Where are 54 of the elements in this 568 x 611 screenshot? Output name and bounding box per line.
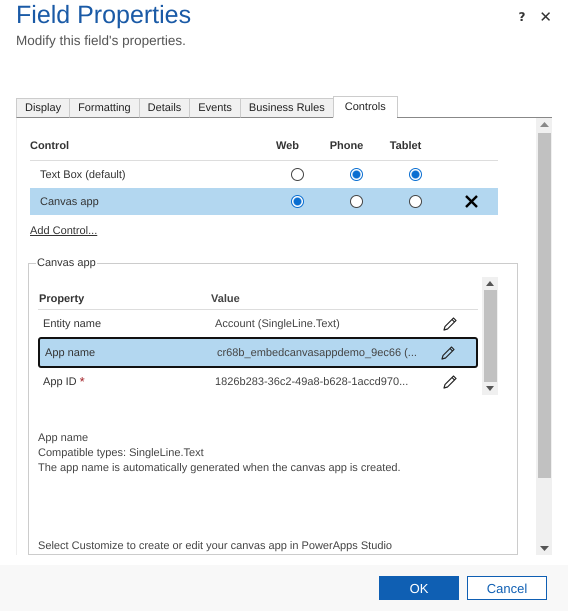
scrollbar[interactable]	[536, 118, 552, 555]
scroll-up-icon[interactable]	[540, 122, 548, 127]
tab[interactable]: Formatting	[69, 98, 140, 118]
column-header: Property	[38, 293, 86, 305]
property-value: 1826b283-36c2-49a8-b628-1accd970...	[215, 376, 410, 388]
property-row[interactable]: App ID * 1826b283-36c2-49a8-b628-1accd970...	[38, 368, 478, 395]
delete-icon[interactable]	[465, 195, 478, 208]
cancel-button[interactable]: Cancel	[467, 576, 547, 600]
property-name: Entity name	[43, 318, 102, 330]
radio-button[interactable]	[409, 195, 422, 208]
column-header: Control	[30, 140, 70, 152]
property-row[interactable]: Entity name Account (SingleLine.Text)	[38, 310, 478, 337]
ok-button[interactable]: OK	[379, 576, 459, 600]
dialog-title: Field Properties	[16, 0, 192, 30]
radio-button[interactable]	[409, 168, 422, 181]
scroll-down-icon[interactable]	[486, 386, 494, 391]
property-value: Account (SingleLine.Text)	[215, 318, 341, 330]
property-name: App ID	[43, 376, 77, 388]
radio-button[interactable]	[350, 168, 363, 181]
column-header: Web	[274, 140, 300, 152]
control-row[interactable]: Text Box (default)	[30, 161, 498, 188]
property-value: cr68b_embedcanvasappdemo_9ec66 (...	[217, 346, 418, 358]
property-name: App name	[45, 346, 96, 358]
tab[interactable]: Controls	[332, 96, 398, 118]
control-name: Text Box (default)	[39, 168, 127, 180]
add-control-link[interactable]: Add Control...	[30, 225, 98, 237]
close-button[interactable]: ✕	[539, 8, 552, 26]
column-header: Tablet	[388, 140, 422, 152]
tab[interactable]: Business Rules	[240, 98, 334, 118]
dialog-subtitle: Modify this field's properties.	[16, 33, 187, 48]
tab[interactable]: Details	[138, 98, 190, 118]
pencil-icon[interactable]	[440, 344, 456, 360]
group-legend: Canvas app	[36, 257, 97, 269]
description-text: Compatible types: SingleLine.Text	[38, 446, 205, 461]
radio-button[interactable]	[291, 168, 304, 181]
pencil-icon[interactable]	[442, 374, 458, 390]
tab[interactable]: Events	[189, 98, 241, 118]
scrollbar[interactable]	[482, 277, 498, 395]
description-text: App name	[38, 431, 90, 446]
column-header: Value	[211, 293, 241, 305]
scroll-down-icon[interactable]	[540, 546, 548, 551]
required-mark: *	[80, 374, 85, 389]
control-row[interactable]: Canvas app	[30, 188, 498, 215]
pencil-icon[interactable]	[442, 316, 458, 332]
description-text: The app name is automatically generated when the canvas app is created.	[38, 461, 402, 476]
column-header: Phone	[328, 140, 364, 152]
scroll-up-icon[interactable]	[486, 281, 494, 286]
control-name: Canvas app	[39, 196, 100, 208]
radio-button[interactable]	[350, 195, 363, 208]
radio-button[interactable]	[291, 195, 304, 208]
help-button[interactable]: ?	[518, 10, 526, 24]
hint-text: Select Customize to create or edit your canvas app in PowerApps Studio	[38, 540, 394, 552]
property-row[interactable]: App name cr68b_embedcanvasappdemo_9ec66 (...	[38, 337, 478, 368]
tab[interactable]: Display	[16, 98, 70, 118]
